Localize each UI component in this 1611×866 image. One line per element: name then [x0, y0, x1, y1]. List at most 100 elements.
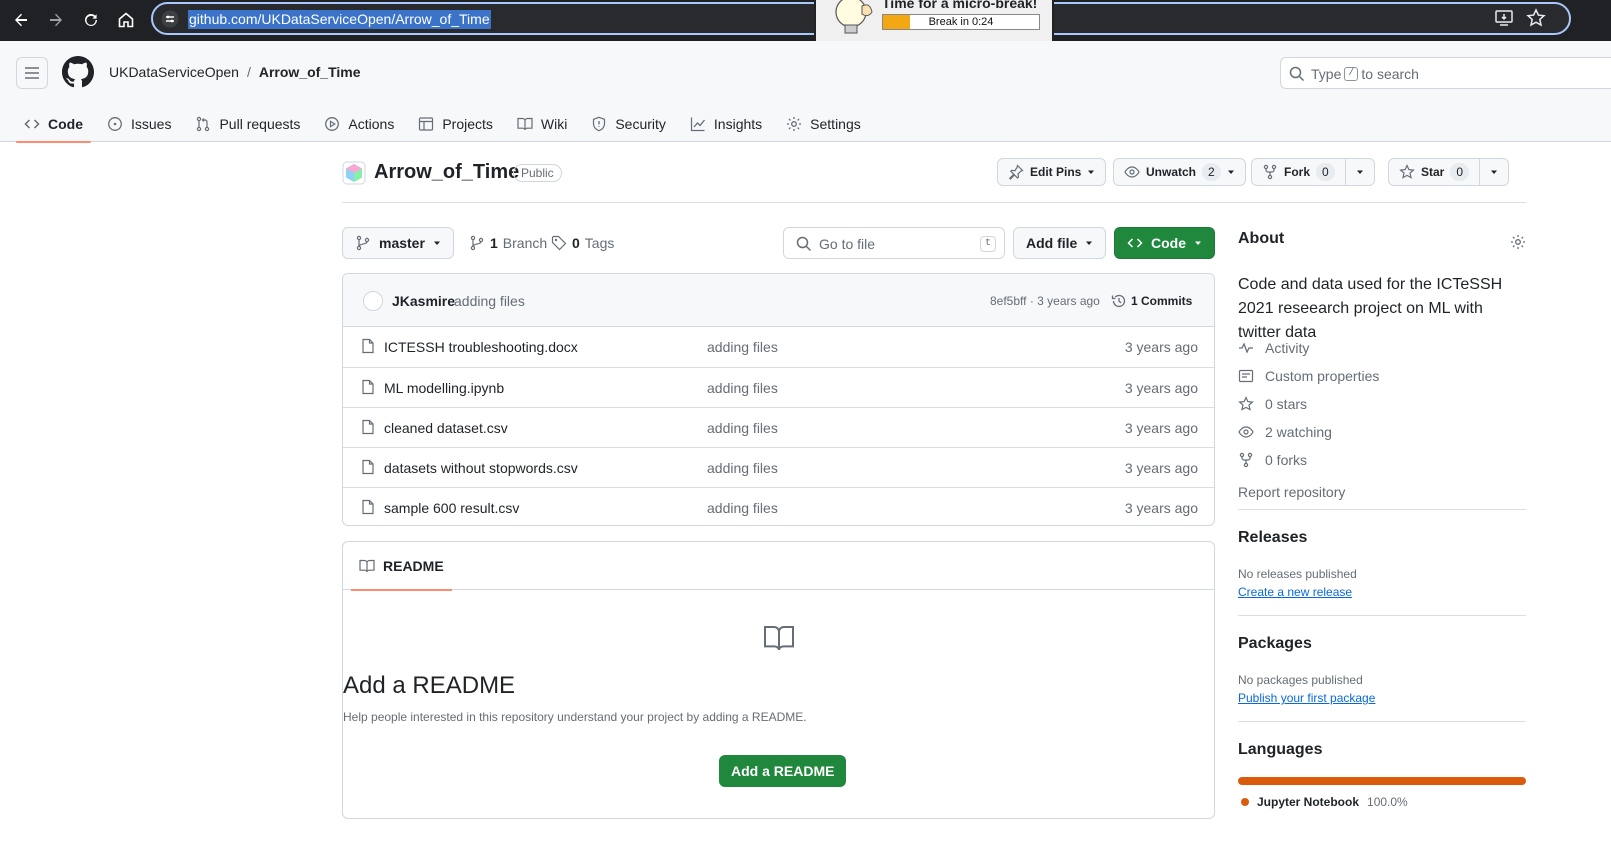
- back-icon[interactable]: [9, 8, 33, 32]
- fork-dropdown[interactable]: [1344, 159, 1374, 185]
- tab-actions[interactable]: Actions: [316, 106, 402, 142]
- author-avatar[interactable]: [363, 291, 383, 311]
- readme-header: README: [343, 542, 1214, 591]
- file-commit-message[interactable]: adding files: [707, 380, 778, 396]
- table-row: datasets without stopwords.csv adding fil…: [343, 447, 1214, 487]
- about-settings-gear-icon[interactable]: [1510, 234, 1526, 250]
- tab-label: Settings: [810, 116, 861, 132]
- about-meta-item[interactable]: 2 watching: [1238, 418, 1379, 446]
- latest-commit-bar: JKasmire adding files 8ef5bff · 3 years …: [343, 274, 1214, 327]
- about-meta-item[interactable]: Activity: [1238, 334, 1379, 362]
- tab-label: Security: [615, 116, 666, 132]
- pin-icon: [1008, 164, 1024, 180]
- unwatch-button[interactable]: Unwatch 2: [1113, 158, 1246, 186]
- file-commit-message[interactable]: adding files: [707, 460, 778, 476]
- commit-author[interactable]: JKasmire: [392, 293, 455, 309]
- file-name-link[interactable]: sample 600 result.csv: [384, 500, 519, 516]
- add-file-button[interactable]: Add file: [1013, 227, 1107, 259]
- star-icon: [1399, 164, 1415, 179]
- book-icon: [517, 117, 533, 131]
- tab-label: Issues: [131, 116, 172, 132]
- file-commit-date: 3 years ago: [1124, 339, 1198, 355]
- pull-request-icon: [197, 116, 210, 132]
- language-bar: [1238, 777, 1526, 785]
- tab-settings[interactable]: Settings: [778, 106, 869, 142]
- url-text[interactable]: github.com/UKDataServiceOpen/Arrow_of_Ti…: [188, 10, 491, 29]
- tab-code[interactable]: Code: [16, 106, 91, 143]
- branch-count: 1: [490, 235, 498, 251]
- tab-projects[interactable]: Projects: [410, 106, 501, 142]
- file-name-link[interactable]: datasets without stopwords.csv: [384, 460, 578, 476]
- file-icon: [360, 459, 376, 475]
- publish-package-link[interactable]: Publish your first package: [1238, 691, 1375, 705]
- github-logo-icon[interactable]: [62, 56, 94, 88]
- commits-link[interactable]: 1 Commits: [1111, 293, 1192, 309]
- file-commit-message[interactable]: adding files: [707, 500, 778, 516]
- commit-message[interactable]: adding files: [454, 293, 525, 309]
- pulse-icon: [1239, 342, 1253, 354]
- fork-icon: [1239, 452, 1253, 468]
- caret-down-icon: [1491, 170, 1498, 174]
- tab-wiki[interactable]: Wiki: [509, 106, 575, 142]
- file-name-link[interactable]: ICTESSH troubleshooting.docx: [384, 339, 578, 355]
- popup-title: Time for a micro-break!: [882, 0, 1038, 10]
- tag-count: 0: [572, 235, 580, 251]
- branches-link[interactable]: 1 Branch: [469, 235, 547, 251]
- play-icon: [325, 117, 340, 131]
- tab-pull-requests[interactable]: Pull requests: [187, 106, 308, 142]
- about-meta-item[interactable]: 0 stars: [1238, 390, 1379, 418]
- edit-pins-button[interactable]: Edit Pins: [997, 158, 1107, 186]
- repo-owner-avatar[interactable]: [342, 161, 366, 185]
- go-to-file-input[interactable]: Go to file t: [783, 227, 1005, 259]
- fork-button[interactable]: Fork 0: [1251, 158, 1375, 186]
- tags-link[interactable]: 0 Tags: [551, 235, 614, 251]
- tab-insights[interactable]: Insights: [682, 106, 770, 142]
- packages-heading[interactable]: Packages: [1238, 635, 1312, 653]
- reload-icon[interactable]: [79, 8, 103, 32]
- tab-label: Code: [48, 116, 83, 132]
- create-release-link[interactable]: Create a new release: [1238, 585, 1352, 599]
- branch-selector[interactable]: master: [342, 227, 454, 259]
- search-input[interactable]: Type / to search: [1280, 57, 1611, 89]
- caret-down-icon: [433, 241, 440, 245]
- hamburger-menu-button[interactable]: [16, 57, 48, 89]
- issue-icon: [108, 117, 122, 131]
- bookmark-star-icon[interactable]: [1526, 8, 1548, 30]
- star-button[interactable]: Star 0: [1388, 158, 1510, 186]
- file-commit-message[interactable]: adding files: [707, 339, 778, 355]
- code-button[interactable]: Code: [1114, 227, 1215, 259]
- install-app-icon[interactable]: [1494, 8, 1516, 30]
- star-dropdown[interactable]: [1479, 159, 1508, 185]
- readme-panel: README Add a README Help people interest…: [342, 541, 1215, 819]
- about-sidebar: About Code and data used for the ICTeSSH…: [1238, 230, 1526, 809]
- file-name-link[interactable]: cleaned dataset.csv: [384, 420, 508, 436]
- site-settings-icon[interactable]: [161, 10, 179, 28]
- file-icon: [360, 379, 376, 395]
- file-rows: ICTESSH troubleshooting.docx adding files…: [343, 327, 1214, 525]
- releases-heading[interactable]: Releases: [1238, 529, 1307, 547]
- note-icon: [1238, 369, 1254, 383]
- owner-link[interactable]: UKDataServiceOpen: [109, 64, 239, 80]
- add-readme-button[interactable]: Add a README: [719, 755, 847, 787]
- report-repository-link[interactable]: Report repository: [1238, 484, 1345, 500]
- repo-link[interactable]: Arrow_of_Time: [259, 64, 361, 80]
- breadcrumb-separator: /: [246, 64, 251, 80]
- breadcrumb: UKDataServiceOpen / Arrow_of_Time: [109, 64, 361, 80]
- tab-issues[interactable]: Issues: [99, 106, 179, 142]
- book-icon: [763, 624, 795, 652]
- tab-security[interactable]: Security: [583, 106, 674, 142]
- home-icon[interactable]: [114, 8, 138, 32]
- readme-tab[interactable]: README: [351, 542, 452, 591]
- language-item[interactable]: Jupyter Notebook 100.0%: [1241, 795, 1408, 809]
- file-name-link[interactable]: ML modelling.ipynb: [384, 380, 504, 396]
- edit-pins-label: Edit Pins: [1030, 165, 1082, 179]
- tab-label: Projects: [442, 116, 493, 132]
- about-meta-item[interactable]: 0 forks: [1238, 446, 1379, 474]
- about-meta-item[interactable]: Custom properties: [1238, 362, 1379, 390]
- table-row: ML modelling.ipynb adding files 3 years ag…: [343, 367, 1214, 407]
- forward-icon[interactable]: [44, 8, 68, 32]
- commit-meta[interactable]: 8ef5bff · 3 years ago: [990, 294, 1100, 308]
- readme-description: Help people interested in this repositor…: [343, 710, 807, 724]
- file-commit-message[interactable]: adding files: [707, 420, 778, 436]
- repo-name[interactable]: Arrow_of_Time: [374, 161, 519, 184]
